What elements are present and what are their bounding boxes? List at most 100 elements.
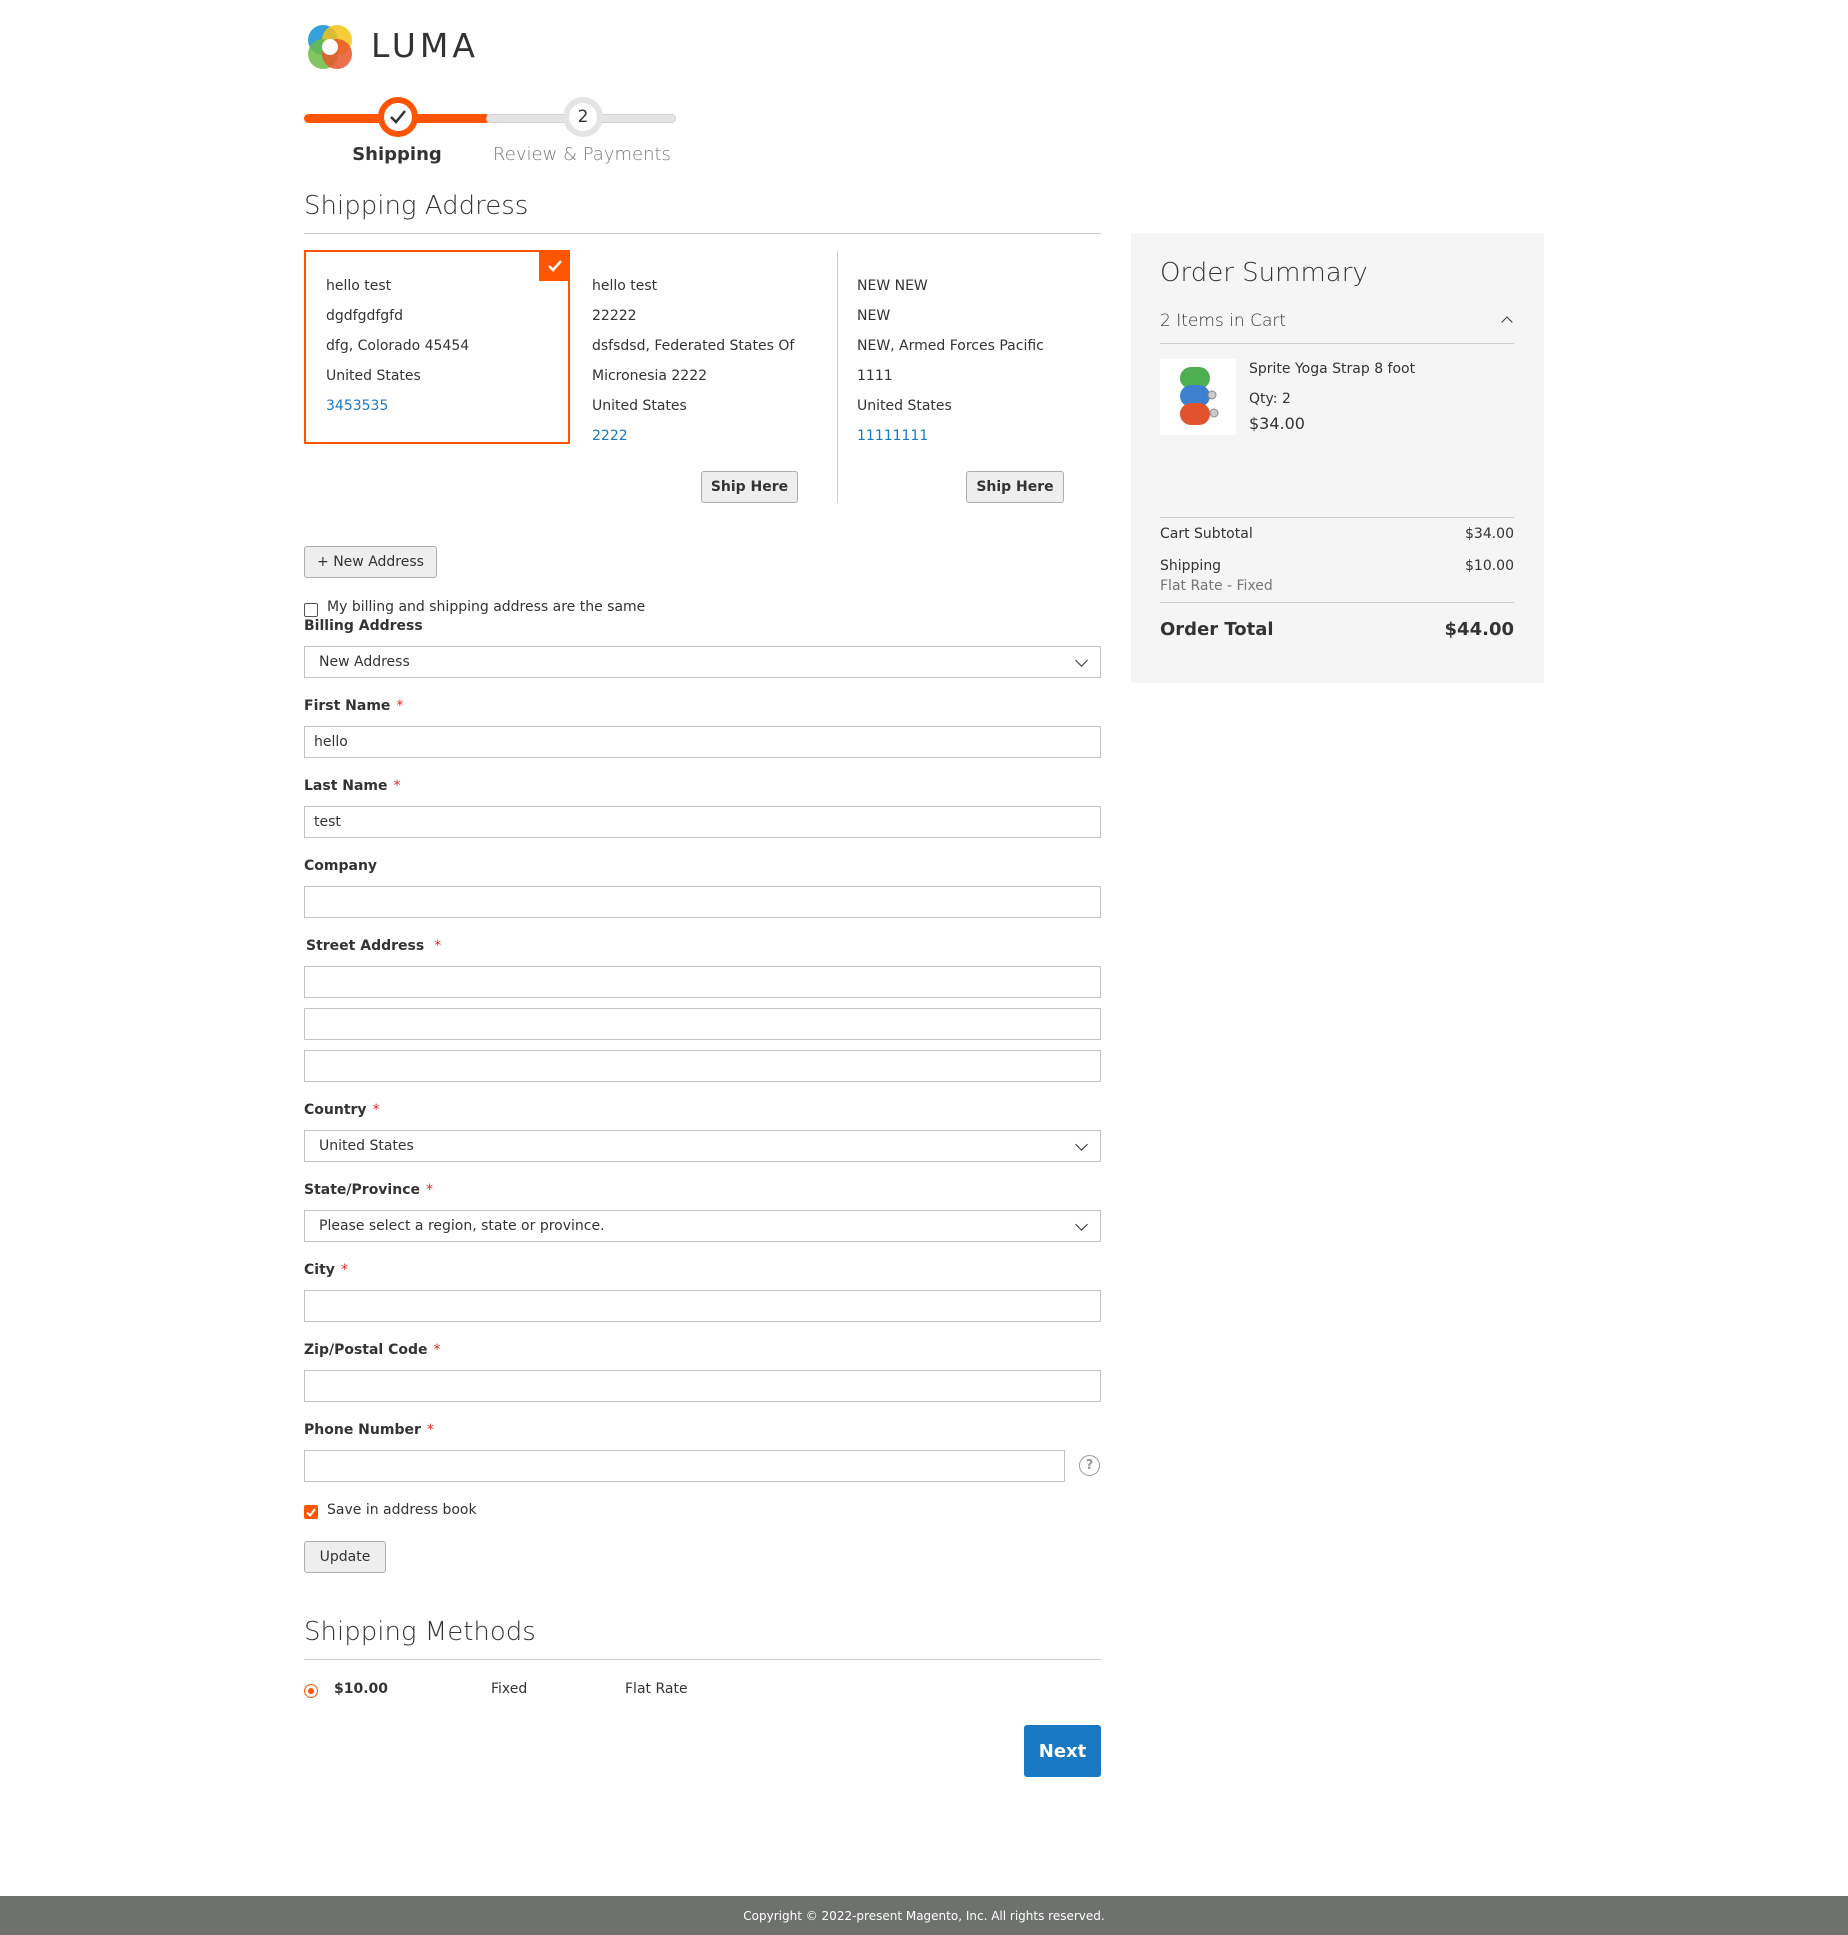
items-in-cart-toggle[interactable]: 2 Items in Cart [1160, 311, 1286, 331]
chevron-down-icon [1075, 1217, 1088, 1231]
rate-carrier: Flat Rate [625, 1681, 688, 1697]
required-mark: * [396, 698, 404, 714]
check-icon [306, 1507, 316, 1517]
next-button[interactable]: Next [1024, 1725, 1101, 1777]
save-address-checkbox[interactable] [304, 1505, 318, 1519]
first-name-input[interactable]: hello [304, 726, 1101, 758]
billing-address-label: Billing Address [304, 618, 423, 634]
subtotal-label: Cart Subtotal [1160, 526, 1253, 542]
last-name-input[interactable]: test [304, 806, 1101, 838]
address-line: hello test [326, 278, 392, 294]
shipping-methods-title: Shipping Methods [304, 1617, 536, 1647]
luma-logo-text[interactable]: LUMA [371, 26, 479, 65]
chevron-down-icon [1075, 653, 1088, 667]
address-line: United States [592, 398, 687, 414]
product-price: $34.00 [1249, 414, 1305, 433]
subtotal-value: $34.00 [1465, 526, 1514, 542]
first-name-label: First Name * [304, 698, 403, 714]
country-selected: United States [319, 1138, 414, 1154]
street-line-2-input[interactable] [304, 1008, 1101, 1040]
selected-check-badge [539, 250, 570, 281]
shipping-rate-radio[interactable] [304, 1684, 318, 1698]
address-phone-link[interactable]: 3453535 [326, 391, 469, 421]
order-summary-title: Order Summary [1160, 258, 1368, 288]
save-address-label[interactable]: Save in address book [327, 1502, 477, 1518]
address-line: dfg, Colorado 45454 [326, 338, 470, 354]
order-total-value: $44.00 [1444, 619, 1514, 640]
billing-same-checkbox[interactable] [304, 603, 318, 617]
company-label: Company [304, 858, 378, 874]
update-button[interactable]: Update [304, 1541, 386, 1573]
street-line-1-input[interactable] [304, 966, 1101, 998]
address-line: dsfsdsd, Federated States Of [592, 338, 795, 354]
state-select[interactable]: Please select a region, state or provinc… [304, 1210, 1101, 1242]
billing-same-label[interactable]: My billing and shipping address are the … [327, 599, 645, 615]
shipping-address-title: Shipping Address [304, 191, 529, 221]
address-phone-link[interactable]: 2222 [592, 421, 794, 451]
required-mark: * [433, 1342, 441, 1358]
luma-logo-icon[interactable] [304, 21, 356, 73]
city-input[interactable] [304, 1290, 1101, 1322]
ship-here-button-2[interactable]: Ship Here [701, 471, 798, 503]
last-name-label: Last Name * [304, 778, 401, 794]
street-line-3-input[interactable] [304, 1050, 1101, 1082]
state-label-text: State/Province [304, 1182, 420, 1198]
street-address-label-text: Street Address [306, 938, 425, 954]
rate-price: $10.00 [334, 1681, 389, 1697]
company-input[interactable] [304, 886, 1101, 918]
divider [304, 1659, 1101, 1660]
new-address-button[interactable]: + New Address [304, 546, 437, 578]
address-line: Micronesia 2222 [592, 368, 708, 384]
street-address-label: Street Address * [306, 938, 441, 954]
city-label-text: City [304, 1262, 335, 1278]
divider [1160, 343, 1514, 344]
first-name-value: hello [314, 734, 348, 750]
divider [1160, 602, 1514, 603]
check-icon [547, 259, 562, 272]
address-card-2: hello test 22222 dsfsdsd, Federated Stat… [592, 271, 794, 451]
phone-input[interactable] [304, 1450, 1065, 1482]
address-phone-link[interactable]: 11111111 [857, 421, 1044, 451]
product-qty: Qty: 2 [1249, 391, 1291, 407]
zip-input[interactable] [304, 1370, 1101, 1402]
check-icon [390, 110, 406, 124]
address-line: hello test [592, 278, 658, 294]
required-mark: * [434, 938, 442, 954]
order-summary-panel [1131, 233, 1544, 683]
step-number: 2 [577, 107, 589, 127]
phone-label: Phone Number * [304, 1422, 434, 1438]
country-label: Country * [304, 1102, 380, 1118]
state-selected: Please select a region, state or provinc… [319, 1218, 605, 1234]
chevron-down-icon [1075, 1137, 1088, 1151]
footer-copyright: Copyright © 2022-present Magento, Inc. A… [0, 1896, 1848, 1935]
required-mark: * [426, 1182, 433, 1198]
required-mark: * [372, 1102, 380, 1118]
address-line: United States [857, 398, 952, 414]
address-line: NEW, Armed Forces Pacific [857, 338, 1044, 354]
city-label: City * [304, 1262, 348, 1278]
phone-label-text: Phone Number [304, 1422, 421, 1438]
zip-label: Zip/Postal Code * [304, 1342, 441, 1358]
state-label: State/Province * [304, 1182, 433, 1198]
first-name-label-text: First Name [304, 698, 391, 714]
shipping-label: Shipping [1160, 558, 1222, 574]
help-icon[interactable]: ? [1079, 1455, 1100, 1476]
country-label-text: Country [304, 1102, 367, 1118]
required-mark: * [393, 778, 401, 794]
country-select[interactable]: United States [304, 1130, 1101, 1162]
address-line: 1111 [857, 368, 893, 384]
product-thumbnail [1160, 359, 1236, 435]
zip-label-text: Zip/Postal Code [304, 1342, 428, 1358]
required-mark: * [426, 1422, 434, 1438]
product-name: Sprite Yoga Strap 8 foot [1249, 361, 1416, 377]
address-line: NEW NEW [857, 278, 928, 294]
step-review-label[interactable]: Review & Payments [482, 144, 682, 165]
step-shipping-indicator [378, 97, 418, 137]
ship-here-button-3[interactable]: Ship Here [966, 471, 1064, 503]
step-shipping-label: Shipping [352, 144, 442, 165]
radio-selected-dot [308, 1688, 314, 1694]
billing-address-selected: New Address [319, 654, 410, 670]
address-line: dgdfgdfgfd [326, 308, 403, 324]
step-review-indicator: 2 [563, 97, 603, 137]
billing-address-select[interactable]: New Address [304, 646, 1101, 678]
